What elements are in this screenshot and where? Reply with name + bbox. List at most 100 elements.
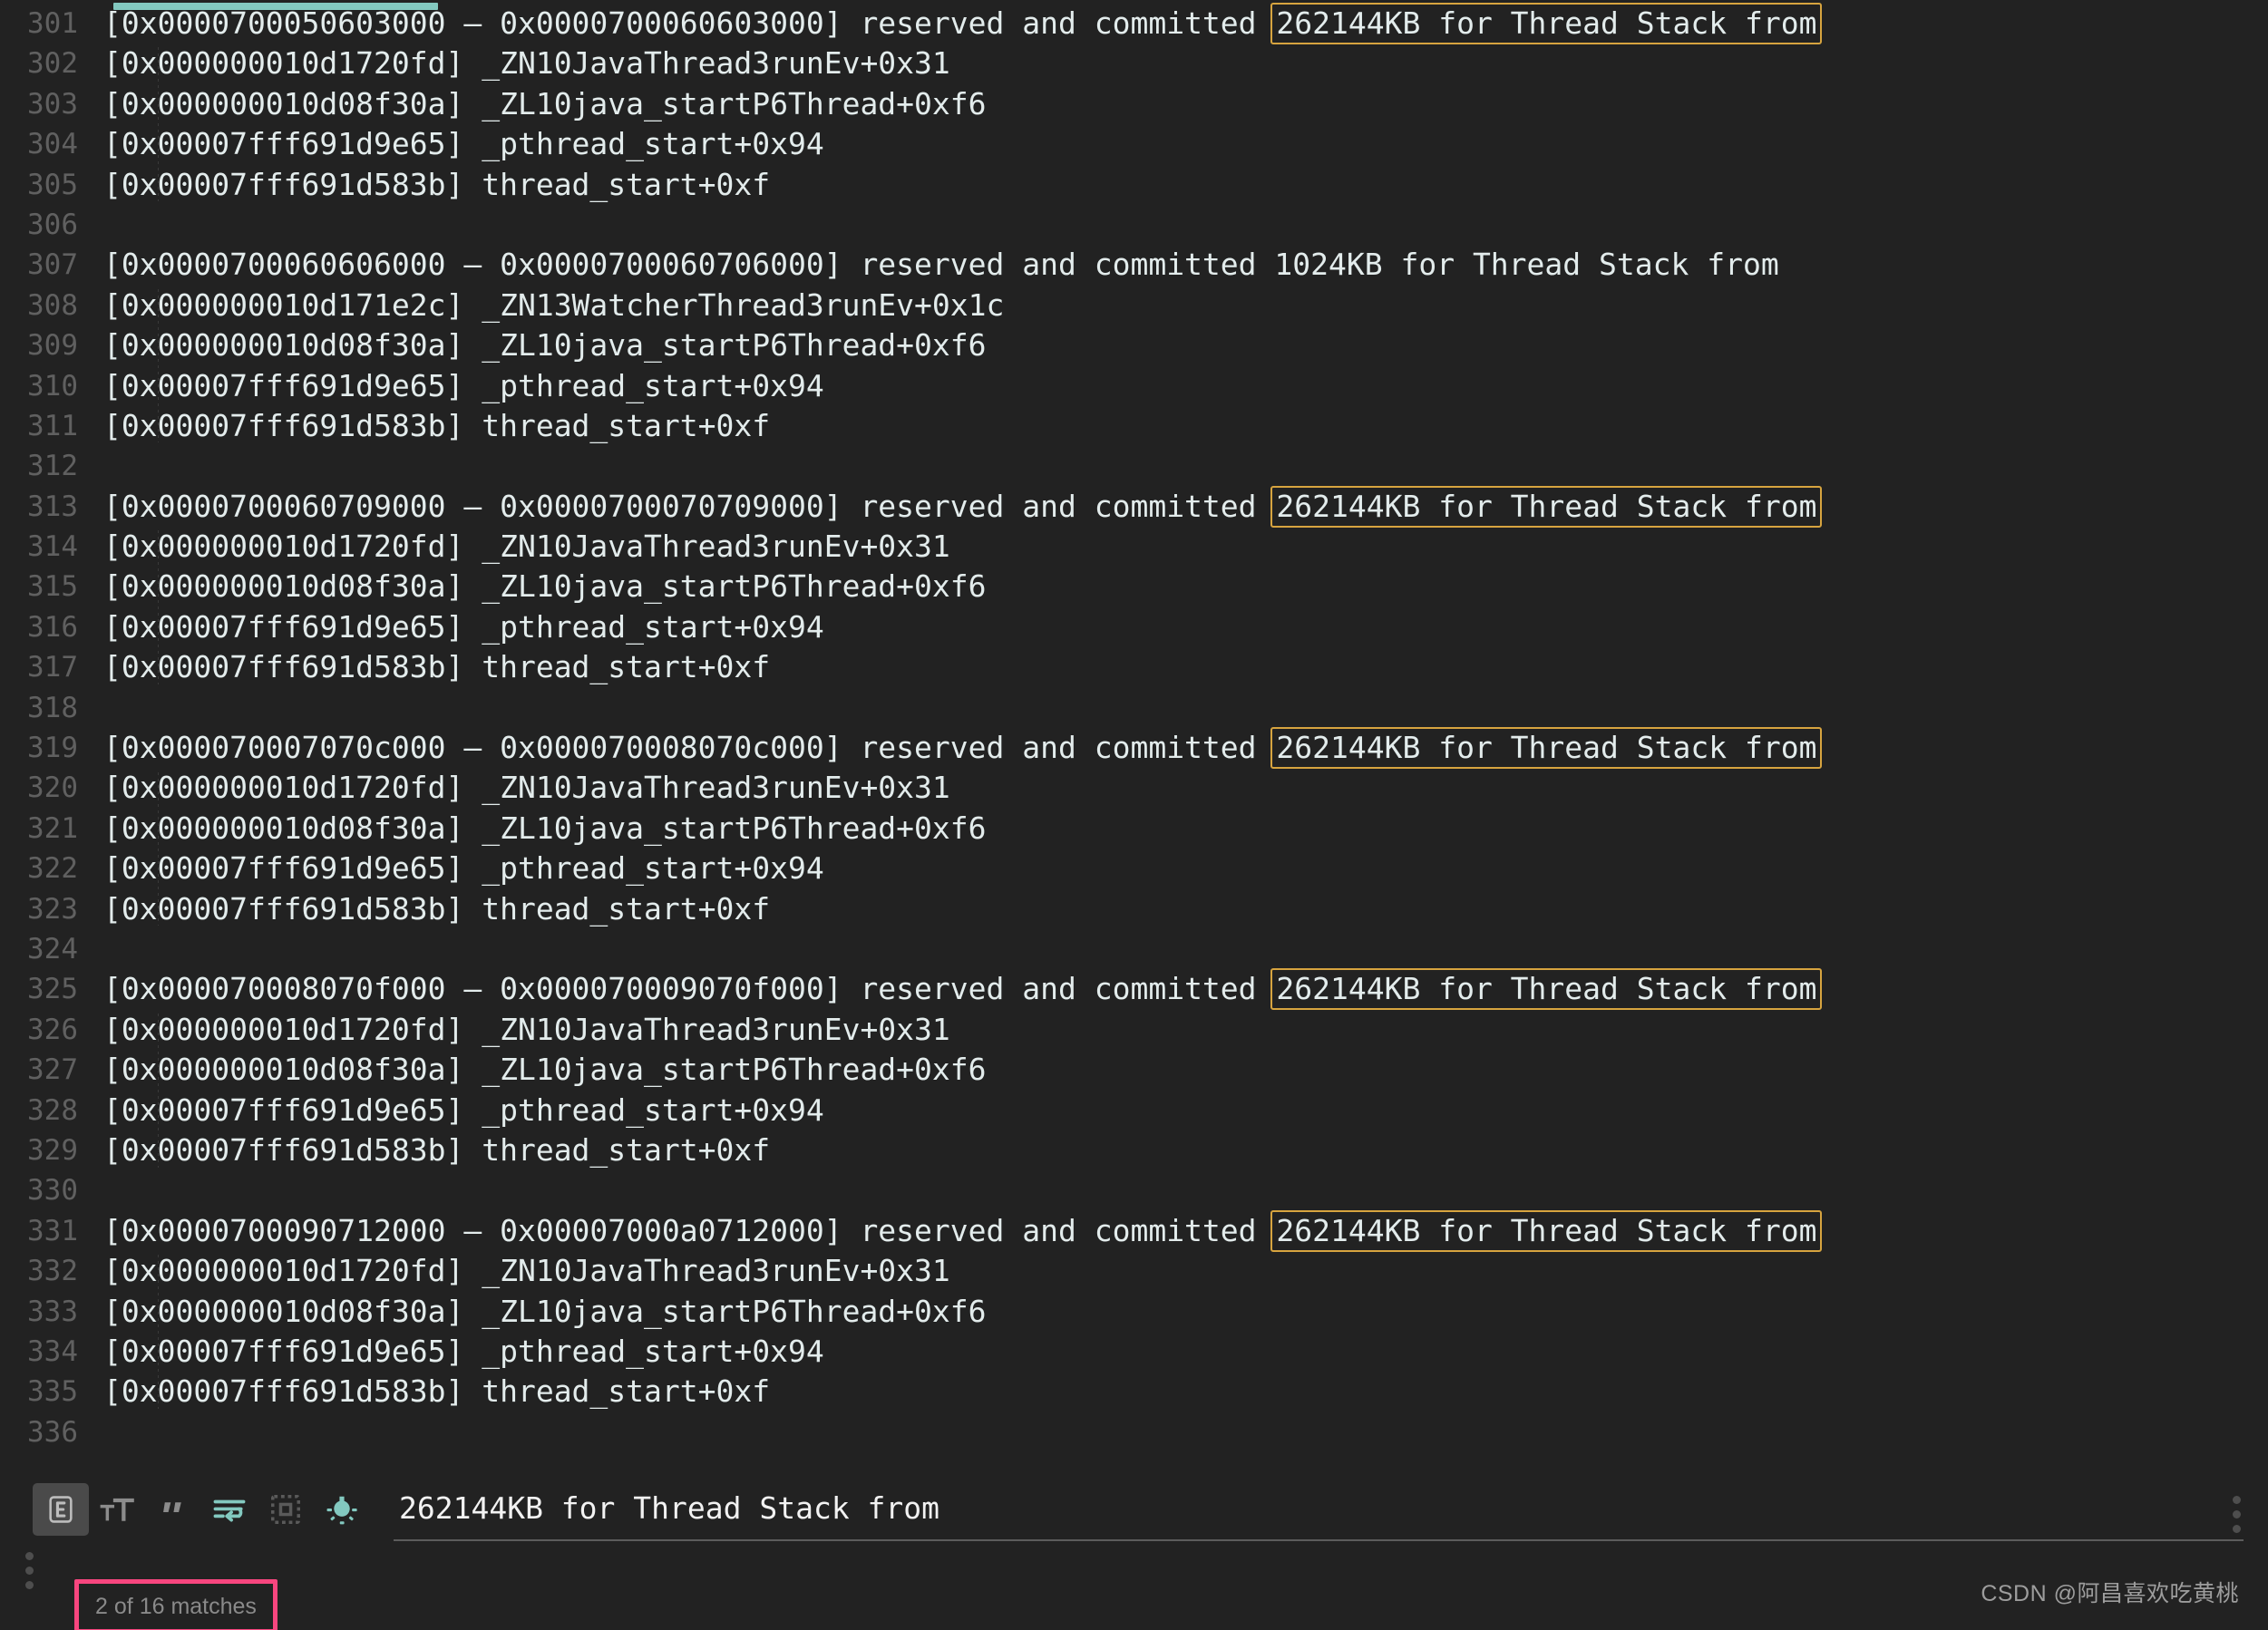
code-line[interactable]: 335 [0x00007fff691d583b] thread_start+0x… <box>0 1372 2268 1412</box>
code-line[interactable]: 317 [0x00007fff691d583b] thread_start+0x… <box>0 647 2268 687</box>
find-toolbar[interactable]: 262144KB for Thread Stack from <box>0 1463 2268 1630</box>
in-selection-icon[interactable] <box>258 1483 314 1536</box>
find-options-menu-left-icon[interactable] <box>25 1552 34 1589</box>
code-line[interactable]: 318 <box>0 688 2268 728</box>
find-option-toggles <box>33 1483 370 1536</box>
line-content: [0x0000700090712000 – 0x00007000a0712000… <box>94 1209 1823 1252</box>
code-line[interactable]: 303 [0x000000010d08f30a] _ZL10java_start… <box>0 84 2268 124</box>
line-number: 313 <box>27 490 78 523</box>
line-content: [0x000000010d1720fd] _ZN10JavaThread3run… <box>103 45 950 82</box>
code-line[interactable]: 319 [0x000070007070c000 – 0x000070008070c… <box>0 727 2268 770</box>
code-line[interactable]: 316 [0x00007fff691d9e65] _pthread_start+… <box>0 607 2268 647</box>
indent-guide <box>158 1255 159 1409</box>
code-line[interactable]: 322 [0x00007fff691d9e65] _pthread_start+… <box>0 849 2268 888</box>
code-line[interactable]: 307 [0x0000700060606000 – 0x0000700060706… <box>0 245 2268 285</box>
line-number: 330 <box>27 1174 78 1208</box>
find-in-file-window: 301 [0x0000700050603000 – 0x0000700060603… <box>0 0 2268 1630</box>
annotation-highlight-box <box>74 1579 277 1630</box>
code-line[interactable]: 329 [0x00007fff691d583b] thread_start+0x… <box>0 1130 2268 1170</box>
code-line[interactable]: 304 [0x00007fff691d9e65] _pthread_start+… <box>0 124 2268 164</box>
code-line[interactable]: 328 [0x00007fff691d9e65] _pthread_start+… <box>0 1091 2268 1130</box>
code-line[interactable]: 315 [0x000000010d08f30a] _ZL10java_start… <box>0 567 2268 606</box>
match-counter-annotation: 2 of 16 matches <box>74 1579 277 1630</box>
indent-guide <box>158 1014 159 1168</box>
line-number: 307 <box>27 248 78 282</box>
line-number: 320 <box>27 771 78 805</box>
line-number: 312 <box>27 450 78 483</box>
code-line[interactable]: 336 <box>0 1412 2268 1452</box>
line-number: 321 <box>27 811 78 845</box>
code-line[interactable]: 308 [0x000000010d171e2c] _ZN13WatcherThr… <box>0 286 2268 325</box>
line-number: 327 <box>27 1053 78 1087</box>
line-content: [0x0000700060709000 – 0x0000700070709000… <box>94 485 1823 528</box>
code-line[interactable]: 321 [0x000000010d08f30a] _ZL10java_start… <box>0 809 2268 849</box>
search-match-highlight[interactable]: 262144KB for Thread Stack from <box>1270 968 1823 1011</box>
code-line[interactable]: 309 [0x000000010d08f30a] _ZL10java_start… <box>0 325 2268 365</box>
line-content: [0x00007fff691d9e65] _pthread_start+0x94 <box>103 367 824 403</box>
find-input[interactable]: 262144KB for Thread Stack from <box>394 1487 2262 1530</box>
line-content: [0x000000010d1720fd] _ZN10JavaThread3run… <box>103 1011 950 1047</box>
code-line[interactable]: 310 [0x00007fff691d9e65] _pthread_start+… <box>0 366 2268 406</box>
line-content: [0x000000010d08f30a] _ZL10java_startP6Th… <box>103 1052 987 1088</box>
match-case-icon[interactable] <box>89 1483 145 1536</box>
search-match-highlight[interactable]: 262144KB for Thread Stack from <box>1270 727 1823 770</box>
line-content: [0x000000010d1720fd] _ZN10JavaThread3run… <box>103 529 950 565</box>
regex-icon[interactable] <box>33 1483 89 1536</box>
code-line[interactable]: 305 [0x00007fff691d583b] thread_start+0x… <box>0 165 2268 205</box>
code-line[interactable]: 306 <box>0 205 2268 245</box>
search-match-highlight[interactable]: 262144KB for Thread Stack from <box>1270 3 1823 44</box>
line-content: [0x000000010d08f30a] _ZL10java_startP6Th… <box>103 327 987 364</box>
line-number: 318 <box>27 691 78 724</box>
line-content: [0x00007fff691d583b] thread_start+0xf <box>103 890 771 927</box>
code-line[interactable]: 302 [0x000000010d1720fd] _ZN10JavaThread… <box>0 44 2268 83</box>
word-wrap-icon[interactable] <box>201 1483 258 1536</box>
line-content: [0x000000010d08f30a] _ZL10java_startP6Th… <box>103 1293 987 1329</box>
line-content: [0x00007fff691d583b] thread_start+0xf <box>103 166 771 202</box>
line-number: 309 <box>27 329 78 363</box>
find-input-underline <box>394 1539 2244 1541</box>
indent-guide <box>158 530 159 684</box>
code-editor[interactable]: 301 [0x0000700050603000 – 0x0000700060603… <box>0 0 2268 1463</box>
code-line[interactable]: 324 <box>0 929 2268 969</box>
dot <box>25 1581 34 1589</box>
code-line[interactable]: 327 [0x000000010d08f30a] _ZL10java_start… <box>0 1050 2268 1090</box>
code-line[interactable]: 325 [0x000070008070f000 – 0x000070009070f… <box>0 968 2268 1011</box>
words-only-icon[interactable] <box>145 1483 201 1536</box>
line-content: [0x000070008070f000 – 0x000070009070f000… <box>94 968 1823 1011</box>
find-input-wrapper[interactable]: 262144KB for Thread Stack from <box>394 1483 2262 1541</box>
code-line[interactable]: 330 <box>0 1170 2268 1210</box>
indent-guide <box>158 47 159 201</box>
line-content: [0x000070007070c000 – 0x000070008070c000… <box>94 727 1823 770</box>
code-line[interactable]: 331 [0x0000700090712000 – 0x00007000a0712… <box>0 1209 2268 1252</box>
code-line[interactable]: 312 <box>0 446 2268 486</box>
line-number: 326 <box>27 1013 78 1046</box>
dot <box>25 1552 34 1560</box>
code-line[interactable]: 320 [0x000000010d1720fd] _ZN10JavaThread… <box>0 768 2268 808</box>
line-content: [0x00007fff691d9e65] _pthread_start+0x94 <box>103 1092 824 1128</box>
code-line[interactable]: 332 [0x000000010d1720fd] _ZN10JavaThread… <box>0 1251 2268 1291</box>
code-line[interactable]: 301 [0x0000700050603000 – 0x0000700060603… <box>0 3 2268 44</box>
filter-lamp-icon[interactable] <box>314 1483 370 1536</box>
line-content: [0x000000010d08f30a] _ZL10java_startP6Th… <box>103 568 987 605</box>
line-number: 317 <box>27 651 78 684</box>
find-overflow-menu-icon[interactable] <box>2233 1496 2241 1533</box>
search-match-highlight[interactable]: 262144KB for Thread Stack from <box>1270 485 1823 528</box>
code-line[interactable]: 314 [0x000000010d1720fd] _ZN10JavaThread… <box>0 527 2268 567</box>
line-number: 311 <box>27 409 78 442</box>
line-number: 314 <box>27 530 78 564</box>
dot <box>2233 1525 2241 1533</box>
search-match-highlight[interactable]: 262144KB for Thread Stack from <box>1270 1209 1823 1252</box>
code-line[interactable]: 313 [0x0000700060709000 – 0x0000700070709… <box>0 485 2268 528</box>
code-line[interactable]: 311 [0x00007fff691d583b] thread_start+0x… <box>0 406 2268 446</box>
code-line[interactable]: 334 [0x00007fff691d9e65] _pthread_start+… <box>0 1332 2268 1372</box>
code-line[interactable]: 326 [0x000000010d1720fd] _ZN10JavaThread… <box>0 1010 2268 1050</box>
line-number: 319 <box>27 732 78 765</box>
line-content: [0x000000010d08f30a] _ZL10java_startP6Th… <box>103 810 987 846</box>
indent-guide <box>158 771 159 927</box>
line-number: 316 <box>27 610 78 644</box>
line-content: [0x00007fff691d583b] thread_start+0xf <box>103 1131 771 1168</box>
line-content: [0x000000010d1720fd] _ZN10JavaThread3run… <box>103 770 950 806</box>
code-line[interactable]: 333 [0x000000010d08f30a] _ZL10java_start… <box>0 1292 2268 1332</box>
code-line[interactable]: 323 [0x00007fff691d583b] thread_start+0x… <box>0 889 2268 929</box>
line-content: [0x00007fff691d9e65] _pthread_start+0x94 <box>103 1333 824 1369</box>
